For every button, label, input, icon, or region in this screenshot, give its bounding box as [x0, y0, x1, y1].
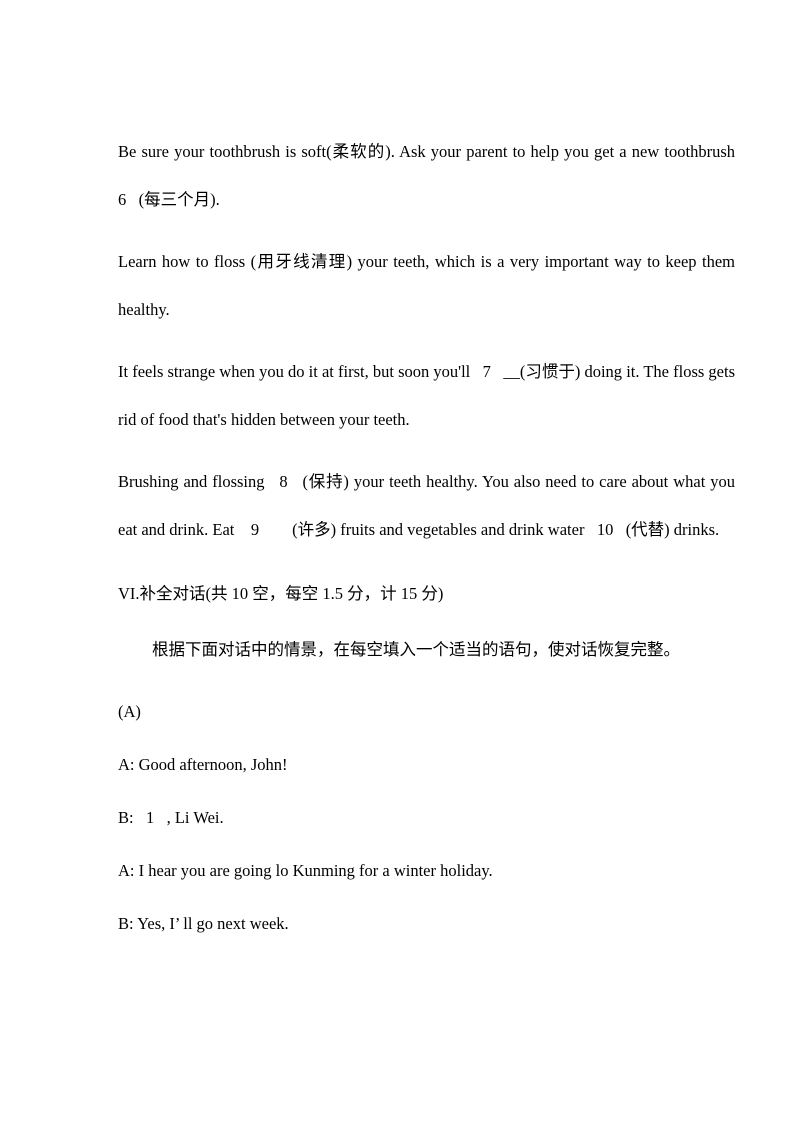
passage-paragraph-3: It feels strange when you do it at first… [118, 362, 740, 429]
dialogue-line-4: B: Yes, I’ ll go next week. [118, 914, 289, 933]
section-heading: VI.补全对话(共 10 空，每空 1.5 分，计 15 分) [118, 584, 444, 603]
dialogue-line-3: A: I hear you are going lo Kunming for a… [118, 861, 493, 880]
dialogue-part-label: (A) [118, 702, 141, 721]
document-page: Be sure your toothbrush is soft(柔软的). As… [0, 0, 794, 1123]
section-instruction: 根据下面对话中的情景，在每空填入一个适当的语句，使对话恢复完整。 [152, 640, 680, 659]
passage-paragraph-1: Be sure your toothbrush is soft(柔软的). As… [118, 142, 752, 209]
page-content: Be sure your toothbrush is soft(柔软的). As… [118, 128, 735, 948]
dialogue-line-2: B: 1 , Li Wei. [118, 808, 224, 827]
passage-paragraph-4: Brushing and flossing 8 (保持) your teeth … [118, 472, 740, 539]
dialogue-line-1: A: Good afternoon, John! [118, 755, 288, 774]
passage-paragraph-2: Learn how to floss (用牙线清理) your teeth, w… [118, 252, 740, 319]
